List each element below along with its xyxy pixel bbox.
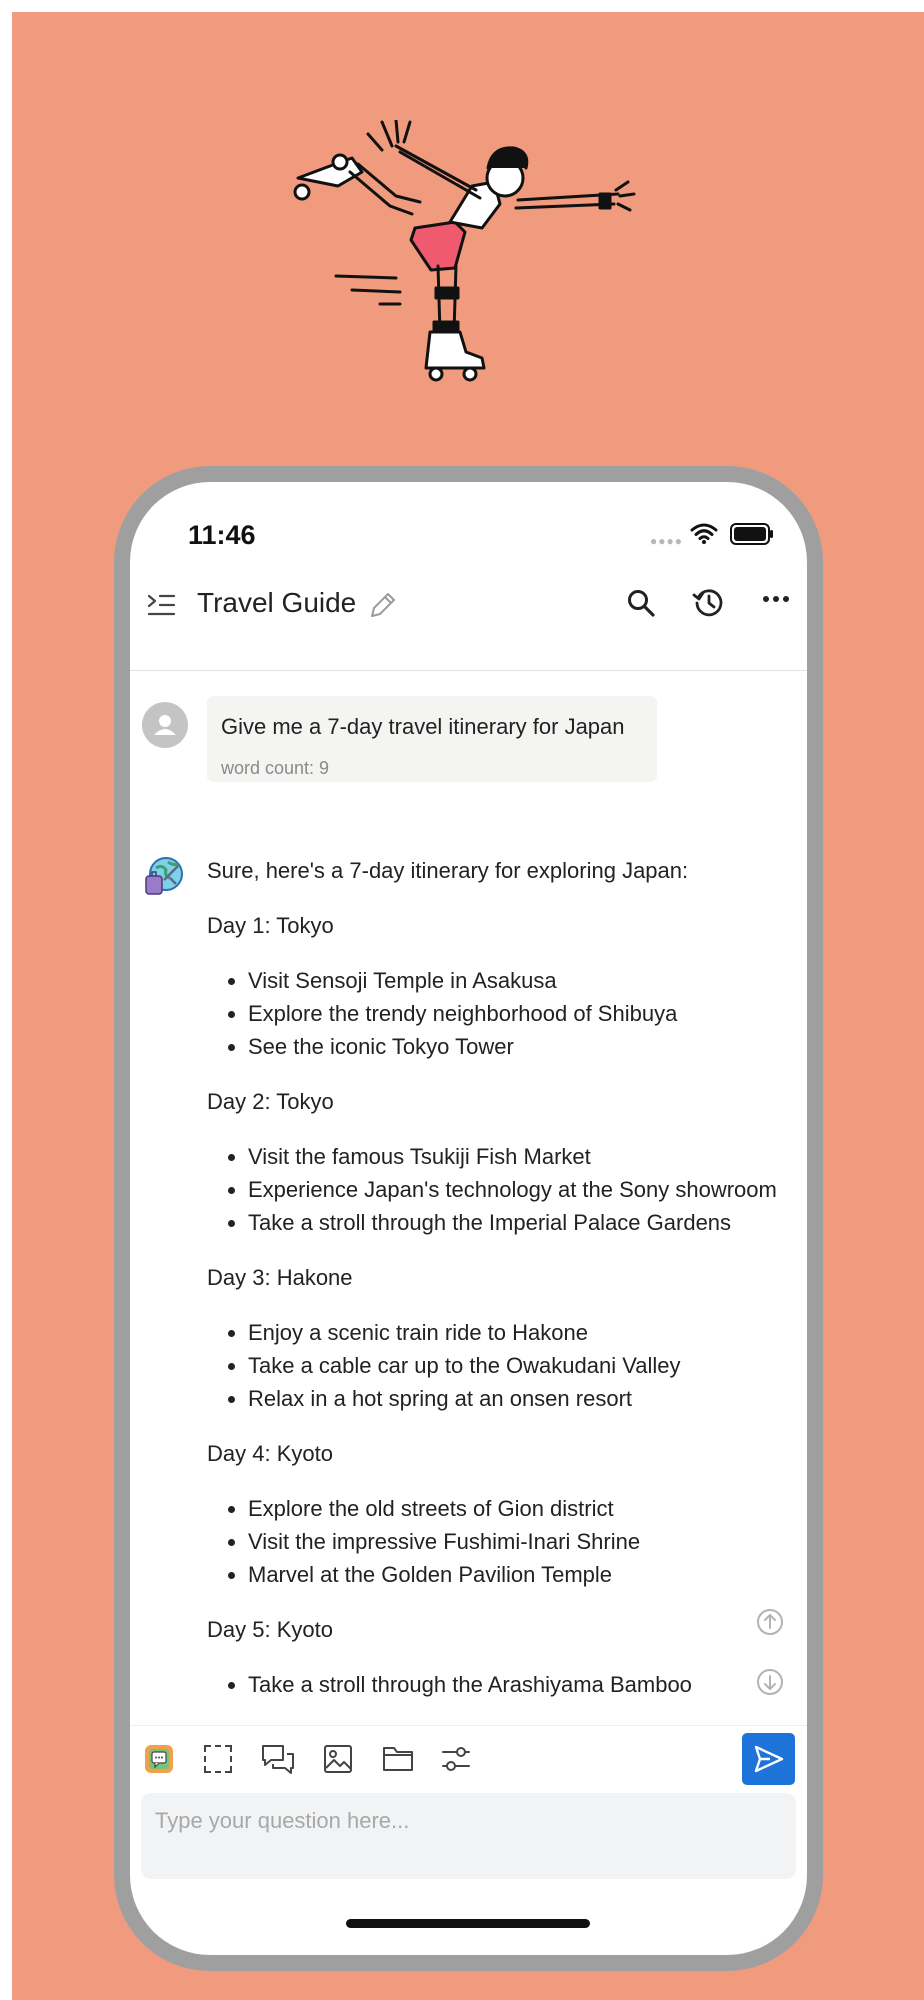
send-icon	[754, 1745, 784, 1773]
history-icon[interactable]	[692, 586, 726, 620]
chat-message-list[interactable]: Give me a 7-day travel itinerary for Jap…	[130, 672, 807, 1725]
user-message-bubble: Give me a 7-day travel itinerary for Jap…	[207, 696, 657, 782]
list-item: Marvel at the Golden Pavilion Temple	[248, 1558, 797, 1591]
day-heading: Day 1: Tokyo	[207, 913, 334, 938]
chat-bubbles-icon[interactable]	[261, 1744, 295, 1776]
list-item: Take a cable car up to the Owakudani Val…	[248, 1349, 797, 1382]
day-items: Explore the old streets of Gion district…	[207, 1492, 797, 1591]
battery-icon	[730, 523, 773, 545]
day-heading: Day 3: Hakone	[207, 1265, 353, 1290]
settings-sliders-icon[interactable]	[441, 1744, 471, 1774]
day-items: Visit Sensoji Temple in Asakusa Explore …	[207, 964, 797, 1063]
screenshot-select-icon[interactable]	[203, 1744, 233, 1774]
travel-bot-avatar	[145, 857, 183, 895]
list-item: Experience Japan's technology at the Son…	[248, 1173, 797, 1206]
home-indicator	[346, 1919, 590, 1928]
list-item: Visit the famous Tsukiji Fish Market	[248, 1140, 797, 1173]
list-item: Visit Sensoji Temple in Asakusa	[248, 964, 797, 997]
day-heading: Day 2: Tokyo	[207, 1089, 334, 1114]
input-toolbar	[130, 1725, 807, 1790]
assistant-answer: Sure, here's a 7-day itinerary for explo…	[207, 854, 797, 1723]
user-message-text: Give me a 7-day travel itinerary for Jap…	[221, 714, 625, 739]
send-button[interactable]	[742, 1733, 795, 1785]
day-heading: Day 4: Kyoto	[207, 1441, 333, 1466]
scroll-down-icon[interactable]	[756, 1668, 784, 1696]
wifi-icon	[690, 523, 718, 544]
list-item: Enjoy a scenic train ride to Hakone	[248, 1316, 797, 1349]
status-time: 11:46	[188, 520, 256, 550]
question-input[interactable]	[141, 1793, 796, 1849]
person-icon	[154, 715, 176, 735]
chat-app-icon[interactable]	[144, 1744, 174, 1774]
question-input-box[interactable]	[141, 1793, 796, 1879]
user-avatar	[142, 702, 188, 748]
status-bar: 11:46 ●●●●	[130, 482, 807, 572]
list-item: Relax in a hot spring at an onsen resort	[248, 1382, 797, 1415]
answer-intro: Sure, here's a 7-day itinerary for explo…	[207, 858, 689, 883]
list-item: See the iconic Tokyo Tower	[248, 1030, 797, 1063]
day-items: Take a stroll through the Arashiyama Bam…	[207, 1668, 797, 1701]
list-item: Visit the impressive Fushimi-Inari Shrin…	[248, 1525, 797, 1558]
more-icon[interactable]	[762, 592, 790, 606]
day-items: Visit the famous Tsukiji Fish Market Exp…	[207, 1140, 797, 1239]
page-title: Travel Guide	[197, 587, 357, 618]
folder-icon[interactable]	[382, 1744, 414, 1772]
scroll-up-icon[interactable]	[756, 1608, 784, 1636]
list-item: Take a stroll through the Arashiyama Bam…	[248, 1668, 797, 1701]
image-icon[interactable]	[323, 1744, 353, 1774]
roller-skater-illustration	[293, 120, 636, 382]
word-count: word count: 9	[221, 758, 330, 778]
list-item: Explore the trendy neighborhood of Shibu…	[248, 997, 797, 1030]
list-item: Take a stroll through the Imperial Palac…	[248, 1206, 797, 1239]
cellular-signal-icon: ●●●●	[650, 534, 683, 548]
search-icon[interactable]	[626, 588, 656, 618]
day-heading: Day 5: Kyoto	[207, 1617, 333, 1642]
list-item: Explore the old streets of Gion district	[248, 1492, 797, 1525]
day-items: Enjoy a scenic train ride to Hakone Take…	[207, 1316, 797, 1415]
phone-screen: 11:46 ●●●● Travel Guide Give me a 7-day …	[130, 482, 807, 1955]
edit-pencil-icon[interactable]	[368, 590, 396, 620]
phone-frame: 11:46 ●●●● Travel Guide Give me a 7-day …	[114, 466, 823, 1971]
menu-icon[interactable]	[146, 592, 176, 618]
